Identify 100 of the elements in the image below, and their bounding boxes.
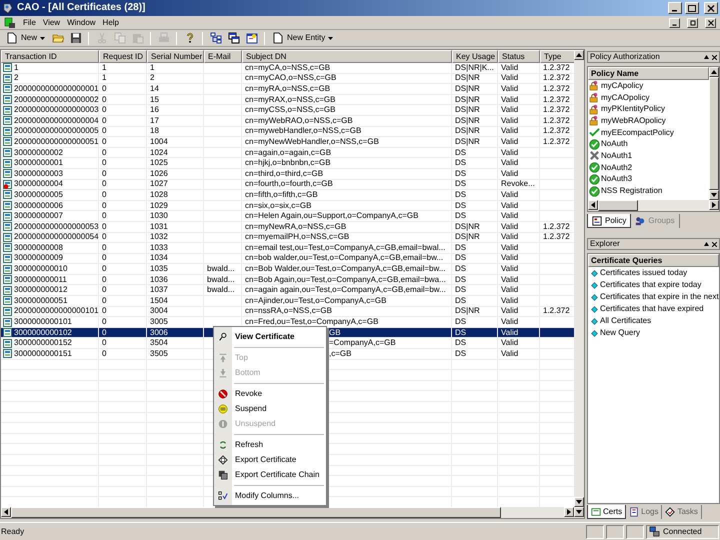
table-row[interactable]: 30000000003 0 1026 cn=third,o=third,c=GB DS Valid [1,168,574,180]
list-item[interactable]: NoAuth2 [601,162,632,174]
table-row[interactable]: 30000000009 0 1034 cn=bob walder,ou=Test,o=CompanyA,c=GB,email=bw... DS Valid [1,254,574,264]
column-header[interactable]: Policy Name [588,67,709,80]
list-item[interactable]: myEEcompactPolicy [601,126,674,139]
minimize-button[interactable] [668,2,682,14]
table-row[interactable]: 30000000002 0 1024 cn=again,o=again,c=GB DS Valid [1,148,574,158]
collapse-icon[interactable] [704,55,709,59]
new-button[interactable]: New [4,30,48,46]
list-item[interactable]: myCApolicy [601,80,644,92]
table-row[interactable]: 300000000010 0 1035 bwald... cn=Bob Walder,ou=Test,o=CompanyA,c=GB,email=bw... DS Valid [1,264,574,275]
tab[interactable]: Policy [587,214,632,228]
scroll-thumb[interactable] [11,507,501,518]
query-item[interactable]: All Certificates [600,315,652,327]
scroll-up-button[interactable] [709,67,719,77]
scroll-down-button[interactable] [709,190,719,200]
table-cell: cn=myNewRA,o=NSS,c=GB [245,222,346,232]
list-item[interactable]: myPKIentityPolicy [601,103,666,116]
menu-item[interactable]: View [42,16,60,28]
scrollbar[interactable] [709,67,719,200]
list-item[interactable]: NoAuth3 [601,173,632,186]
table-row[interactable]: 30000000007 0 1030 cn=Helen Again,ou=Support,o=CompanyA,c=GB DS Valid [1,211,574,222]
scroll-left-button[interactable] [1,507,11,517]
table-row[interactable]: 2000000000000000004 0 17 cn=myWebRAO,o=NSS,c=GB DS|NR Valid 1.2.372 [1,116,574,127]
table-row[interactable]: 30000000004 0 1027 cn=fourth,o=fourth,c=GB DS Revoke... [1,180,574,190]
table-cell: 1031 [150,222,168,232]
close-icon[interactable] [712,242,717,246]
table-row[interactable]: 300000000011 0 1036 bwald... cn=Bob Again,ou=Test,o=CompanyA,c=GB,email=bwa... DS Valid [1,274,574,286]
new-entity-button[interactable]: New Entity [270,30,336,46]
table-row[interactable]: 2000000000000000001 0 14 cn=myRA,o=NSS,c=GB DS|NR Valid 1.2.372 [1,84,574,95]
column-header[interactable]: Status [498,50,540,63]
table-row[interactable]: 30000000008 0 1033 cn=email test,ou=Test,o=CompanyA,c=GB,email=bwal... DS Valid [1,243,574,254]
menu-item[interactable]: Refresh [235,438,264,450]
column-header[interactable]: Request ID [99,50,147,63]
scroll-thumb[interactable] [598,200,638,211]
table-row[interactable]: 2000000000000000005 0 18 cn=mywebHandler,o=NSS,c=GB DS|NR Valid 1.2.372 [1,126,574,138]
table-row[interactable]: 300000000012 0 1037 bwald... cn=again again,ou=Test,o=CompanyA,c=GB,email=bw... DS Valid [1,285,574,296]
list-item[interactable]: NoAuth [601,138,628,150]
table-row[interactable]: 2000000000000000053 0 1031 cn=myNewRA,o=NSS,c=GB DS|NR Valid 1.2.372 [1,222,574,232]
table-cell: DS|NR|K... [455,62,494,73]
column-header[interactable]: E-Mail [204,50,242,63]
tab[interactable]: Certs [587,505,626,519]
tab[interactable]: Tasks [662,505,702,519]
table-row[interactable]: 30000000005 0 1028 cn=fifth,o=fifth,c=GB DS Valid [1,190,574,201]
panel-title: Explorer [590,238,620,250]
scroll-up-button[interactable] [574,50,584,60]
table-row[interactable]: 2000000000000000002 0 15 cn=myRAX,o=NSS,c=GB DS|NR Valid 1.2.372 [1,94,574,106]
close-button[interactable] [704,2,718,14]
horizontal-scrollbar[interactable] [1,507,584,518]
table-row[interactable]: 2000000000000000003 0 16 cn=myCSS,o=NSS,c=GB DS|NR Valid 1.2.372 [1,105,574,116]
checkmark-icon [589,127,600,138]
restore-button[interactable] [687,18,698,28]
query-item[interactable]: Certificates issued today [600,267,688,279]
column-header[interactable]: Transaction ID [1,50,99,63]
query-item[interactable]: Certificates that have expired [600,303,704,315]
list-item[interactable]: myCAOpolicy [601,92,650,104]
list-item[interactable]: NSS Registration [601,185,662,198]
table-row[interactable]: 2000000000000000054 0 1032 cn=myemailPH,o=NSS,c=GB DS|NR Valid 1.2.372 [1,232,574,244]
table-row[interactable]: 30000000001 0 1025 cn=hjkj,o=bnbnbn,c=GB DS Valid [1,158,574,169]
menu-item[interactable]: Suspend [235,402,267,414]
table-row[interactable]: 2 1 2 cn=myCAO,o=NSS,c=GB DS|NR Valid 1.2.372 [1,74,574,84]
table-cell: cn=nssRA,o=NSS,c=GB [245,306,332,316]
close-button[interactable] [705,18,716,28]
table-row[interactable]: 30000000006 0 1029 cn=six,o=six,c=GB DS Valid [1,200,574,212]
minimize-button[interactable] [669,18,680,28]
table-cell: 18 [150,126,159,136]
menu-item[interactable]: Window [67,16,96,28]
menu-item[interactable]: Export Certificate Chain [235,468,320,480]
scroll-down-button[interactable] [574,507,584,517]
query-item[interactable]: Certificates that expire in the next [600,291,719,303]
table-row[interactable]: 2000000000000000051 0 1004 cn=myNewWebHandler,o=NSS,c=GB DS|NR Valid 1.2.372 [1,137,574,148]
scroll-right-button[interactable] [709,200,719,210]
scroll-left-button[interactable] [588,200,598,210]
query-item[interactable]: New Query [600,327,640,339]
column-header[interactable]: Certificate Queries [588,254,719,267]
menu-item[interactable]: Help [102,16,119,28]
column-header[interactable]: Subject DN [242,50,452,63]
close-icon[interactable] [712,54,717,60]
collapse-icon[interactable] [704,242,709,246]
scroll-down-button[interactable] [574,497,584,507]
list-item[interactable]: myWebRAOpolicy [601,114,666,127]
menu-item[interactable]: Export Certificate [235,454,296,466]
menu-item[interactable]: Revoke [235,388,262,400]
menu-item[interactable]: Modify Columns... [235,490,300,502]
list-item[interactable]: NoAuth1 [601,150,632,162]
maximize-button[interactable] [685,2,699,14]
table-cell: 1024 [150,148,168,158]
scroll-thumb[interactable] [709,77,719,190]
table-row[interactable]: 300000000051 0 1504 cn=Ajinder,ou=Test,o=CompanyA,c=GB DS Valid [1,296,574,307]
scroll-right-button[interactable] [564,507,574,517]
query-item[interactable]: Certificates that expire today [600,279,702,291]
table-row[interactable]: 1 1 1 cn=myCA,o=NSS,c=GB DS|NR|K... Valid 1.2.372 [1,63,574,74]
table-cell: 30000000005 [14,190,63,200]
tab[interactable]: Logs [626,505,662,519]
column-header[interactable]: Serial Number [147,50,204,63]
column-header[interactable]: Key Usage [452,50,498,63]
table-row[interactable]: 2000000000000000101 0 3004 cn=nssRA,o=NSS,c=GB DS|NR Valid 1.2.372 [1,306,574,318]
horizontal-scrollbar[interactable] [588,200,719,211]
scrollbar[interactable] [574,50,584,507]
menu-item[interactable]: File [23,16,36,28]
